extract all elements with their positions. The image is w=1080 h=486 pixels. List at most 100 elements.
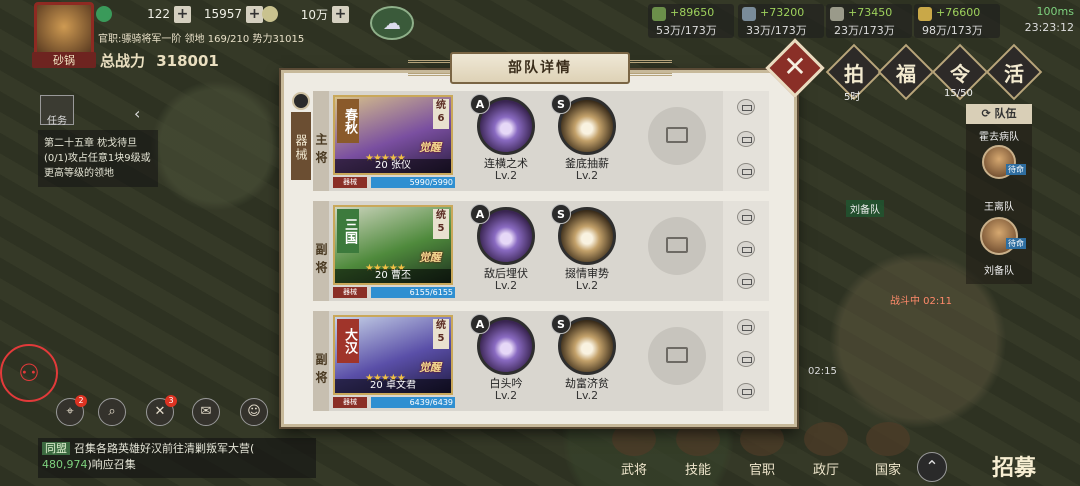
nav-skills[interactable]: 技能 (668, 459, 728, 478)
skill-slot[interactable]: A 连横之术 Lv.2 (470, 94, 542, 182)
faction-tag: 大汉 (337, 319, 359, 363)
mail-icon[interactable]: ✉ (192, 398, 220, 426)
nav-hall[interactable]: 政厅 (796, 459, 856, 478)
map-team-label[interactable]: 刘备队 (846, 200, 884, 217)
iron-delta: +73200 (760, 6, 805, 19)
wood-icon (652, 7, 666, 21)
skill-icon: A (470, 314, 535, 375)
resource-grain[interactable]: +76600 98万/173万 (914, 4, 1000, 38)
jade-icon (262, 6, 278, 22)
expand-up-icon[interactable]: ⌃ (917, 452, 947, 482)
command-cost: 统6 (433, 99, 449, 129)
gamepad-icon[interactable]: ⚇ (0, 344, 58, 402)
weather-button[interactable]: ☁ (370, 6, 414, 40)
quest-text[interactable]: 第二十五章 枕戈待旦 (0/1)攻占任意1块9级或更高等级的领地 (38, 130, 158, 187)
chat-tag: 同盟 (42, 442, 70, 455)
dialog-title: 部队详情 (450, 52, 630, 84)
equipment-slot-icon[interactable] (737, 273, 755, 289)
awaken-badge: 觉醒 (419, 141, 441, 154)
friends-icon[interactable]: ☺ (240, 398, 268, 426)
title-ornament-right (630, 60, 672, 76)
faction-tag: 三国 (337, 209, 359, 253)
gold-plus-button[interactable]: + (246, 5, 263, 23)
resource-copper: 122 + (96, 4, 191, 24)
equipment-column (723, 91, 769, 191)
skill-slot[interactable]: S 掇情审势 Lv.2 (551, 204, 623, 292)
equip-mechanism-button[interactable]: 器械 (333, 397, 367, 408)
generals-icon (612, 422, 656, 456)
search-icon[interactable]: ⌕ (98, 398, 126, 426)
mechanism-icon[interactable] (292, 92, 310, 110)
power-label: 总战力 (100, 52, 146, 70)
role-label: 主将 (313, 91, 329, 191)
close-icon[interactable]: ✕ (774, 46, 816, 88)
team-name: 王离队 (984, 202, 1014, 213)
skill-slot[interactable]: A 白头吟 Lv.2 (470, 314, 542, 402)
skill-level: Lv.2 (575, 389, 599, 402)
nav-office[interactable]: 官职 (732, 459, 792, 478)
alliance-chat[interactable]: 同盟 召集各路英雄好汉前往清剿叛军大营( 480,974)响应召集 (38, 438, 316, 478)
empty-skill-slot[interactable] (648, 217, 706, 275)
tools-icon[interactable]: ✕ 3 (146, 395, 177, 426)
resource-wood[interactable]: +89650 53万/173万 (648, 4, 734, 38)
equipment-slot-icon[interactable] (737, 351, 755, 367)
clock-time: 23:23:12 (1024, 21, 1074, 34)
equipment-slot-icon[interactable] (737, 131, 755, 147)
event-fortune-label: 福 (896, 62, 916, 86)
equip-mechanism-button[interactable]: 器械 (333, 177, 367, 188)
team-name: 刘备队 (984, 266, 1014, 277)
equipment-slot-icon[interactable] (737, 383, 755, 399)
grain-delta: +76600 (936, 6, 981, 19)
hall-icon (804, 422, 848, 456)
equip-mechanism-button[interactable]: 器械 (333, 287, 367, 298)
collapse-arrow-icon[interactable]: ‹ (134, 104, 140, 123)
quest-title: 任务 (47, 116, 67, 127)
skill-level: Lv.2 (494, 169, 518, 182)
jade-plus-button[interactable]: + (332, 5, 349, 23)
quest-button[interactable]: 任务 (40, 95, 74, 127)
resource-iron[interactable]: +73200 33万/173万 (738, 4, 824, 38)
awaken-badge: 觉醒 (419, 361, 441, 374)
hero-card[interactable]: 春秋 统6 觉醒 ★★★★★ 20 张仪 (333, 95, 453, 175)
chat-number: 480,974 (42, 458, 88, 471)
event-auction-sub: 5时 (844, 92, 861, 103)
event-activity-label: 活 (1004, 62, 1024, 86)
team-panel-title[interactable]: ⟳ 队伍 (966, 104, 1032, 124)
skill-slot[interactable]: A 敌后埋伏 Lv.2 (470, 204, 542, 292)
skill-slot[interactable]: S 釜底抽薪 Lv.2 (551, 94, 623, 182)
player-rank: 官职:骠骑将军一阶 领地 169/210 势力31015 (98, 34, 305, 45)
faction-tag: 春秋 (337, 99, 359, 143)
stone-amount: 23万/173万 (834, 24, 895, 37)
equipment-slot-icon[interactable] (737, 241, 755, 257)
skill-icon: S (551, 314, 616, 375)
event-auction-label: 拍 (844, 62, 864, 86)
iron-icon (742, 7, 756, 21)
march-timer: 02:15 (808, 366, 837, 377)
nav-nation[interactable]: 国家 (858, 459, 918, 478)
skill-level: Lv.2 (494, 389, 518, 402)
troop-row-vice-1: 副将 三国 统5 觉醒 ★★★★★ 20 曹丕 器械 6155/6155 A 敌… (313, 201, 769, 301)
resource-stone[interactable]: +73450 23万/173万 (826, 4, 912, 38)
equipment-slot-icon[interactable] (737, 163, 755, 179)
hero-card[interactable]: 三国 统5 觉醒 ★★★★★ 20 曹丕 (333, 205, 453, 285)
location-icon[interactable]: ⌖ 2 (56, 395, 87, 426)
empty-slot-icon (666, 127, 688, 143)
empty-skill-slot[interactable] (648, 107, 706, 165)
recruit-button[interactable]: 招募 (992, 450, 1036, 482)
resource-jade: 10万 + (262, 4, 349, 24)
team-panel: ⟳ 队伍 霍去病队 待命 王离队 待命 (966, 104, 1032, 284)
equipment-slot-icon[interactable] (737, 319, 755, 335)
equipment-slot-icon[interactable] (737, 99, 755, 115)
skill-icon: A (470, 94, 535, 155)
mechanism-label[interactable]: 器械 (291, 112, 311, 180)
cloud-icon: ☁ (383, 12, 401, 34)
skill-slot[interactable]: S 劫富济贫 Lv.2 (551, 314, 623, 402)
nav-generals[interactable]: 武将 (604, 459, 664, 478)
equipment-slot-icon[interactable] (737, 209, 755, 225)
hero-card[interactable]: 大汉 统5 觉醒 ★★★★★ 20 卓文君 (333, 315, 453, 395)
jade-value: 10万 (300, 7, 328, 22)
hero-level-name: 20 张仪 (335, 159, 451, 173)
wood-delta: +89650 (670, 6, 715, 19)
team-item[interactable]: 霍去病队 待命 (966, 128, 1032, 204)
empty-skill-slot[interactable] (648, 327, 706, 385)
